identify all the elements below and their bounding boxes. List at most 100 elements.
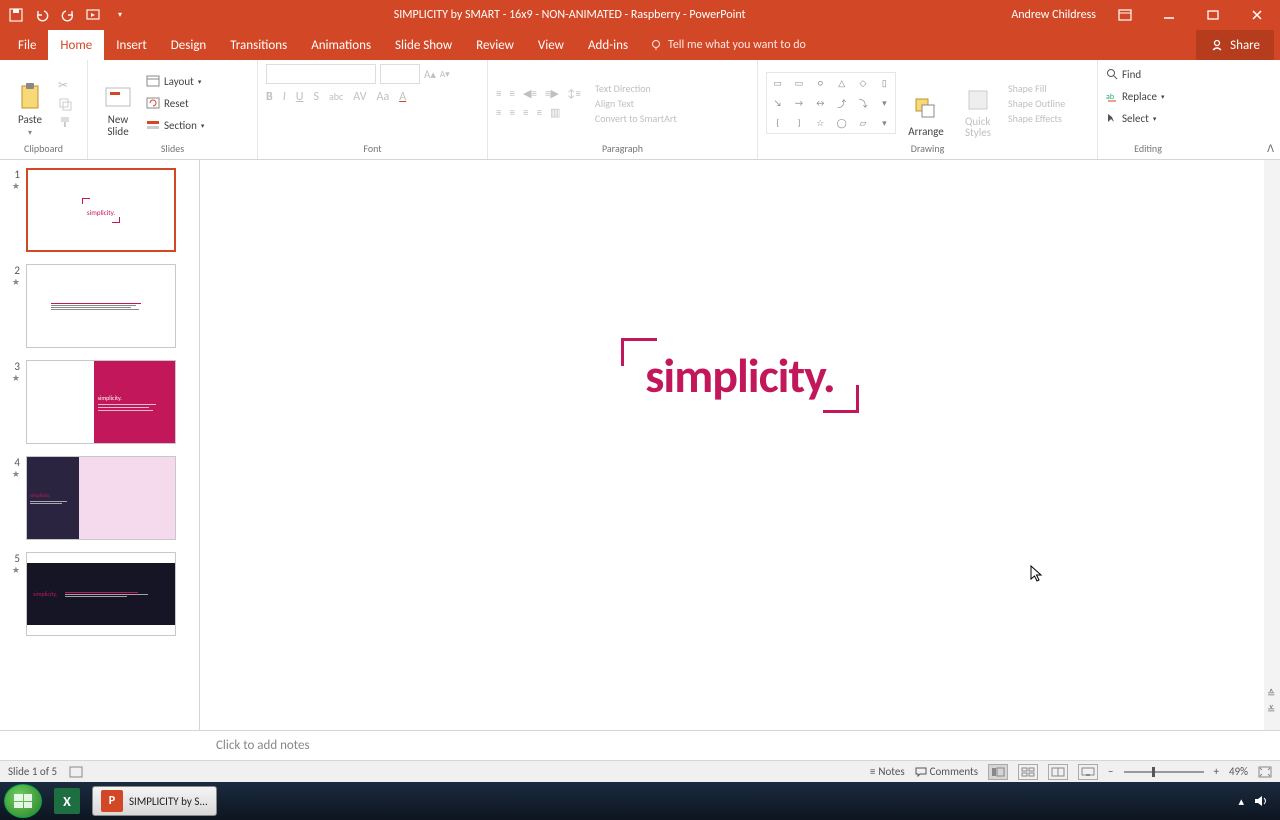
paste-label: Paste <box>18 113 42 126</box>
case-icon: Aa <box>377 90 390 104</box>
transition-icon: ★ <box>12 373 20 384</box>
zoom-level[interactable]: 49% <box>1229 765 1248 778</box>
taskbar: X P SIMPLICITY by S... ▴ <box>0 782 1280 820</box>
tab-animations[interactable]: Animations <box>299 30 383 60</box>
zoom-in-icon[interactable]: + <box>1214 765 1219 778</box>
start-button[interactable] <box>4 784 42 818</box>
share-button[interactable]: Share <box>1196 30 1274 60</box>
thumb-row-1[interactable]: 1 ★ simplicity. <box>6 168 193 252</box>
system-tray[interactable]: ▴ <box>1238 795 1276 808</box>
slide-thumbnail-4[interactable]: simplicity. <box>26 456 176 540</box>
qat-customize-icon[interactable]: ▾ <box>112 7 128 23</box>
tab-design[interactable]: Design <box>159 30 218 60</box>
next-slide-icon[interactable]: ≚ <box>1267 703 1275 716</box>
taskbar-item-powerpoint[interactable]: P SIMPLICITY by S... <box>92 786 217 816</box>
minimize-icon[interactable] <box>1154 0 1184 30</box>
ribbon-options-icon[interactable] <box>1110 0 1140 30</box>
volume-icon[interactable] <box>1254 795 1268 807</box>
tab-file[interactable]: File <box>6 30 48 60</box>
reset-label: Reset <box>164 97 189 110</box>
drawing-group-label: Drawing <box>766 142 1089 157</box>
grow-font-icon: A▴ <box>424 68 436 81</box>
notes-toggle[interactable]: ≡ Notes <box>870 765 905 778</box>
close-icon[interactable] <box>1242 0 1272 30</box>
collapse-ribbon-icon[interactable]: ᐱ <box>1267 142 1274 155</box>
normal-view-icon[interactable] <box>988 764 1008 780</box>
thumb-number: 3 <box>6 360 20 373</box>
smartart-label: Convert to SmartArt <box>595 112 677 125</box>
thumbnail-panel[interactable]: 1 ★ simplicity. 2 ★ <box>0 160 200 730</box>
group-drawing: ▭▭○△◇▯ ↘→↔⤴⤵▾ {}☆◯▱▾ Arrange Quick Style… <box>758 60 1098 159</box>
share-label: Share <box>1230 38 1260 53</box>
sorter-view-icon[interactable] <box>1018 764 1038 780</box>
undo-icon[interactable] <box>34 7 50 23</box>
slide-counter[interactable]: Slide 1 of 5 <box>8 765 57 778</box>
thumb-number: 1 <box>6 168 20 181</box>
taskbar-item-excel[interactable]: X <box>46 786 88 816</box>
slide-title-text[interactable]: simplicity. <box>645 346 834 405</box>
comments-toggle[interactable]: Comments <box>915 765 978 778</box>
quick-styles-label: Quick Styles <box>965 116 991 138</box>
bracket-decoration <box>823 385 859 413</box>
new-slide-button[interactable]: New Slide <box>96 68 140 138</box>
thumb-row-2[interactable]: 2 ★ <box>6 264 193 348</box>
paste-button[interactable]: Paste ▾ <box>8 68 52 138</box>
shapes-gallery[interactable]: ▭▭○△◇▯ ↘→↔⤴⤵▾ {}☆◯▱▾ <box>766 72 896 134</box>
select-button[interactable]: Select▾ <box>1106 108 1156 128</box>
slide-thumbnail-1[interactable]: simplicity. <box>26 168 176 252</box>
tab-review[interactable]: Review <box>464 30 526 60</box>
spacing-icon: AV <box>353 90 366 104</box>
section-button[interactable]: Section▾ <box>146 115 204 135</box>
arrange-button[interactable]: Arrange <box>904 68 948 138</box>
reading-view-icon[interactable] <box>1048 764 1068 780</box>
section-label: Section <box>164 119 197 132</box>
replace-button[interactable]: abReplace▾ <box>1106 86 1164 106</box>
slides-group-label: Slides <box>96 142 249 157</box>
tab-home[interactable]: Home <box>48 30 104 60</box>
notes-placeholder[interactable]: Click to add notes <box>216 738 310 753</box>
start-from-beginning-icon[interactable] <box>86 7 102 23</box>
tell-me-search[interactable]: Tell me what you want to do <box>650 30 806 60</box>
paragraph-group-label: Paragraph <box>496 142 749 157</box>
replace-icon: ab <box>1106 90 1118 102</box>
align-left-icon: ≡ <box>496 106 501 119</box>
tab-transitions[interactable]: Transitions <box>218 30 299 60</box>
slide-thumbnail-2[interactable] <box>26 264 176 348</box>
arrange-label: Arrange <box>908 125 943 138</box>
slideshow-view-icon[interactable] <box>1078 764 1098 780</box>
maximize-icon[interactable] <box>1198 0 1228 30</box>
slide-thumbnail-5[interactable]: simplicity. <box>26 552 176 636</box>
vertical-scrollbar[interactable]: ≙ ≚ <box>1264 160 1280 730</box>
user-name[interactable]: Andrew Childress <box>1011 8 1096 22</box>
reset-button[interactable]: Reset <box>146 93 204 113</box>
tab-view[interactable]: View <box>526 30 576 60</box>
fit-to-window-icon[interactable] <box>1258 766 1272 778</box>
italic-icon: I <box>283 90 286 104</box>
tab-slideshow[interactable]: Slide Show <box>383 30 464 60</box>
align-right-icon: ≡ <box>523 106 528 119</box>
window-title: SIMPLICITY by SMART - 16x9 - NON-ANIMATE… <box>128 8 1011 22</box>
slide-canvas[interactable]: simplicity. ≙ ≚ <box>200 160 1280 730</box>
thumb-row-4[interactable]: 4 ★ simplicity. <box>6 456 193 540</box>
slide-thumbnail-3[interactable]: simplicity. <box>26 360 176 444</box>
tab-insert[interactable]: Insert <box>104 30 159 60</box>
redo-icon[interactable] <box>60 7 76 23</box>
layout-button[interactable]: Layout▾ <box>146 71 204 91</box>
align-center-icon: ≡ <box>509 106 514 119</box>
tab-addins[interactable]: Add-ins <box>576 30 640 60</box>
zoom-slider[interactable] <box>1124 771 1204 773</box>
prev-slide-icon[interactable]: ≙ <box>1267 687 1275 700</box>
tray-expand-icon[interactable]: ▴ <box>1238 795 1244 808</box>
notes-pane[interactable]: Click to add notes <box>0 730 1280 760</box>
new-slide-icon <box>104 84 132 112</box>
transition-icon: ★ <box>12 565 20 576</box>
find-icon <box>1106 68 1118 80</box>
line-spacing-icon: ↕≡ <box>567 87 581 100</box>
save-icon[interactable] <box>8 7 24 23</box>
thumb-row-5[interactable]: 5 ★ simplicity. <box>6 552 193 636</box>
spell-check-icon[interactable] <box>69 766 83 778</box>
group-slides: New Slide Layout▾ Reset Section▾ Slides <box>88 60 258 159</box>
thumb-row-3[interactable]: 3 ★ simplicity. <box>6 360 193 444</box>
find-button[interactable]: Find <box>1106 64 1141 84</box>
zoom-out-icon[interactable]: − <box>1108 765 1113 778</box>
